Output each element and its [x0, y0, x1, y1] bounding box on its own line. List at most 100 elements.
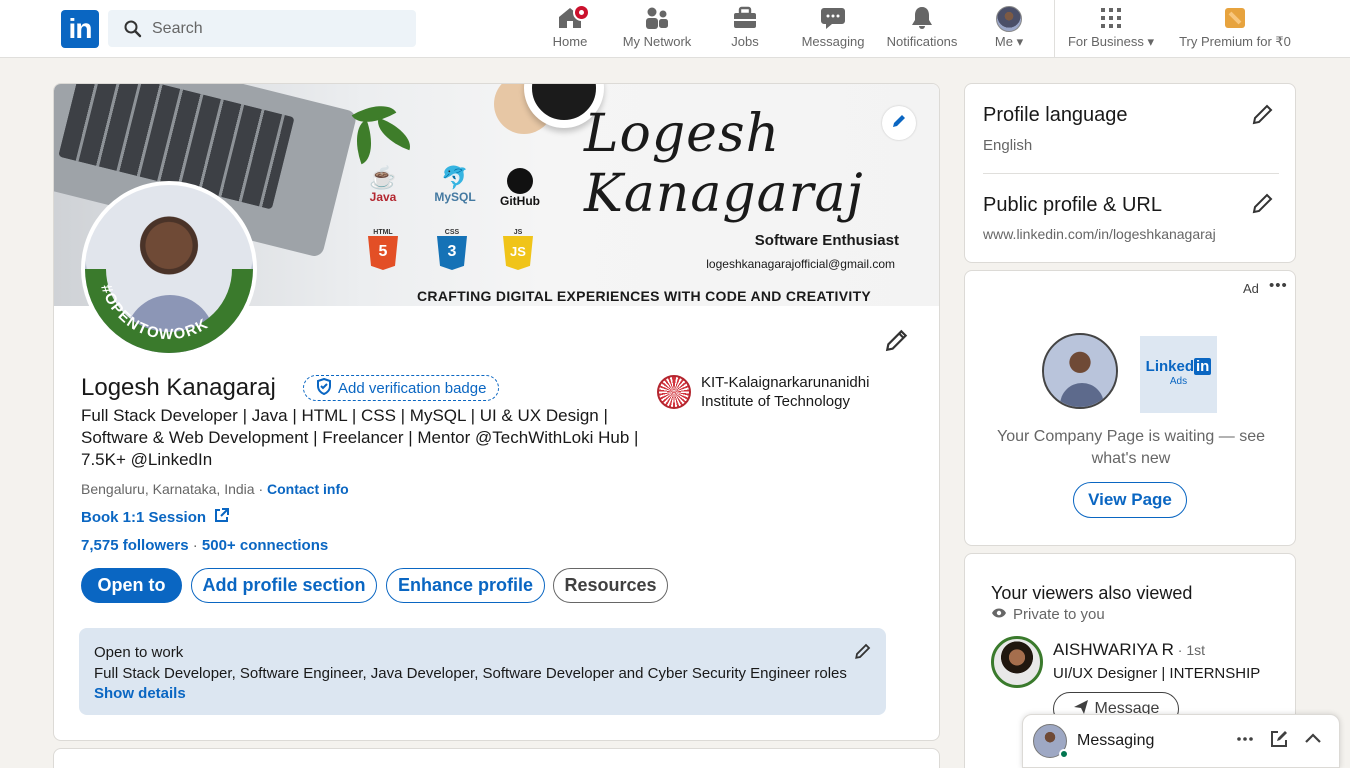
nav-notifications[interactable]: Notifications	[882, 6, 962, 52]
nav-me-label: Me	[994, 34, 1013, 49]
school-logo	[657, 375, 691, 409]
next-section-card	[53, 748, 940, 768]
notification-badge	[573, 4, 590, 21]
stats-separator: ·	[188, 537, 202, 554]
resources-button[interactable]: Resources	[553, 568, 668, 603]
edit-banner-button[interactable]	[882, 106, 916, 140]
followers-link[interactable]: 7,575 followers	[81, 537, 189, 554]
open-to-work-card: Open to work Full Stack Developer, Softw…	[79, 628, 886, 715]
search-input[interactable]	[152, 10, 402, 47]
messaging-label: Messaging	[1077, 732, 1155, 749]
nav-me[interactable]: Me ▾	[986, 6, 1032, 52]
search-icon	[124, 20, 142, 43]
edit-public-profile-button[interactable]	[1251, 191, 1275, 220]
dolphin-icon: 🐬	[441, 165, 469, 190]
nav-jobs[interactable]: Jobs	[719, 6, 771, 52]
css3-logo: CSS 3	[432, 229, 472, 270]
html5-shield-icon: 5	[368, 236, 398, 270]
add-verification-badge-button[interactable]: Add verification badge	[303, 375, 500, 401]
edit-open-to-work-button[interactable]	[854, 642, 872, 665]
mysql-label: MySQL	[434, 190, 476, 204]
nav-jobs-label: Jobs	[731, 34, 759, 49]
nav-home-label: Home	[552, 34, 588, 49]
divider	[983, 173, 1279, 174]
banner-tagline: CRAFTING DIGITAL EXPERIENCES WITH CODE A…	[417, 288, 872, 304]
open-to-button[interactable]: Open to	[81, 568, 182, 603]
edit-profile-language-button[interactable]	[1251, 102, 1275, 131]
enhance-profile-button[interactable]: Enhance profile	[386, 568, 545, 603]
caret-down-icon: ▾	[1016, 34, 1024, 49]
ad-card: Ad ••• Linked in Ads Your Company Page is…	[964, 270, 1296, 546]
avatar	[996, 6, 1022, 32]
online-status-dot	[1059, 749, 1069, 759]
profile-settings-card: Profile language English Public profile …	[964, 83, 1296, 263]
ad-label: Ad	[1243, 281, 1259, 296]
open-to-work-ring: #OPENTOWORK	[85, 268, 253, 353]
pencil-icon	[854, 643, 872, 664]
external-link-icon	[214, 508, 230, 527]
nav-premium[interactable]: Try Premium for ₹0	[1176, 6, 1294, 52]
linkedin-logo[interactable]: in	[61, 10, 99, 48]
viewer-role: UI/UX Designer | INTERNSHIP	[1053, 665, 1261, 682]
connection-degree: · 1st	[1173, 642, 1206, 658]
profile-location-line: Bengaluru, Karnataka, India · Contact in…	[81, 481, 349, 497]
open-to-work-title: Open to work	[94, 644, 184, 661]
profile-location: Bengaluru, Karnataka, India ·	[81, 481, 264, 497]
java-logo: ☕ Java	[363, 166, 403, 205]
shield-check-icon	[316, 377, 332, 399]
nav-for-business-label: For Business	[1067, 34, 1144, 49]
more-options-icon[interactable]: •••	[1269, 277, 1288, 294]
connections-link[interactable]: 500+ connections	[202, 537, 328, 554]
viewer-name: AISHWARIYA R	[1053, 640, 1174, 659]
grid-icon	[1099, 6, 1123, 33]
contact-info-link[interactable]: Contact info	[267, 481, 349, 497]
book-session-label: Book 1:1 Session	[81, 509, 207, 526]
compose-icon[interactable]	[1270, 730, 1288, 753]
show-details-link[interactable]: Show details	[94, 685, 871, 702]
more-options-icon[interactable]	[1236, 730, 1254, 753]
nav-messaging-label: Messaging	[801, 34, 865, 49]
avatar[interactable]	[991, 636, 1043, 688]
top-navigation: in Home My Network Jobs Messaging Notifi…	[0, 0, 1350, 58]
mysql-logo: 🐬 MySQL	[430, 165, 480, 205]
view-page-button[interactable]: View Page	[1073, 482, 1187, 518]
open-to-work-roles: Full Stack Developer, Software Engineer,…	[94, 665, 847, 682]
js-label: JS	[513, 229, 523, 236]
public-profile-title: Public profile & URL	[983, 194, 1162, 216]
nav-divider	[1054, 0, 1055, 58]
bell-icon	[909, 6, 935, 33]
banner-signature: Logesh Kanagaraj	[584, 104, 864, 224]
nav-premium-label: Try Premium for ₹0	[1179, 34, 1291, 49]
js-shield-icon: JS	[503, 236, 533, 270]
caret-down-icon: ▾	[1147, 34, 1155, 49]
chevron-up-icon[interactable]	[1304, 730, 1322, 753]
people-icon	[644, 6, 670, 33]
messaging-dock[interactable]: Messaging	[1022, 714, 1340, 768]
viewer-name-line[interactable]: AISHWARIYA R · 1st	[1053, 640, 1205, 660]
profile-headline: Full Stack Developer | Java | HTML | CSS…	[81, 406, 639, 469]
public-profile-url: www.linkedin.com/in/logeshkanagaraj	[983, 226, 1216, 242]
briefcase-icon	[732, 6, 758, 33]
book-session-link[interactable]: Book 1:1 Session	[81, 508, 230, 527]
nav-messaging[interactable]: Messaging	[799, 6, 867, 52]
js-logo: JS JS	[498, 229, 538, 270]
profile-name: Logesh Kanagaraj	[81, 374, 276, 401]
add-profile-section-button[interactable]: Add profile section	[191, 568, 377, 603]
html5-logo: HTML 5	[363, 229, 403, 270]
network-stats: 7,575 followers · 500+ connections	[81, 537, 328, 554]
pencil-icon	[1251, 193, 1275, 219]
css-label: CSS	[444, 229, 460, 236]
profile-photo[interactable]: #OPENTOWORK	[81, 181, 257, 357]
nav-my-network[interactable]: My Network	[617, 6, 697, 52]
edit-intro-button[interactable]	[884, 327, 910, 358]
nav-notifications-label: Notifications	[886, 34, 958, 49]
school-name: KIT-Kalaignarkarunanidhi Institute of Te…	[701, 374, 870, 410]
search-box[interactable]	[108, 10, 416, 47]
ads-logo-in: in	[1194, 358, 1212, 375]
education-summary[interactable]: KIT-Kalaignarkarunanidhi Institute of Te…	[657, 373, 891, 411]
nav-home[interactable]: Home	[544, 4, 596, 52]
java-label: Java	[369, 190, 397, 204]
linkedin-ads-logo: Linked in Ads	[1140, 336, 1217, 413]
nav-for-business[interactable]: For Business ▾	[1064, 6, 1158, 52]
ads-logo-sub: Ads	[1169, 376, 1188, 387]
